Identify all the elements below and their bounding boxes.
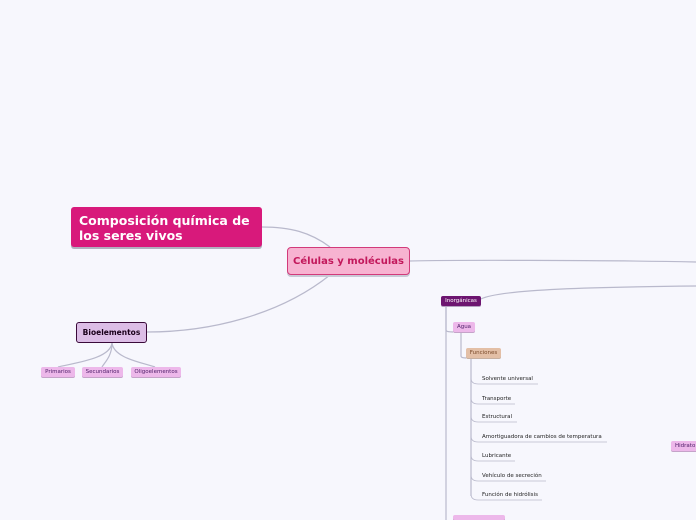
hidrato-label: Hidrato [675,443,696,449]
link-bio-oligoelementos [111,342,156,368]
hidrato-node[interactable]: Hidrato [671,441,696,451]
main-topic-node[interactable]: Composición química de los seres vivos [71,207,262,247]
agua-node[interactable]: Agua [453,322,475,332]
oligoelementos-label: Oligoelementos [134,369,178,375]
primarios-label: Primarios [45,369,71,375]
central-topic-label: Células y moléculas [293,255,404,267]
funcion-item[interactable]: Estructural [482,413,512,421]
bioelementos-label: Bioelementos [82,328,141,337]
funciones-node[interactable]: Funciones [466,348,501,358]
link-central-bioelementos [146,274,331,333]
link-central-right [409,259,696,263]
secundarios-label: Secundarios [85,369,120,375]
funcion-item[interactable]: Lubricante [482,452,511,460]
main-topic-label: Composición química de los seres vivos [79,213,250,243]
funcion-item[interactable]: Transporte [482,395,511,403]
secundarios-node[interactable]: Secundarios [82,367,123,377]
funcion-item[interactable]: Función de hidrólisis [482,491,538,499]
bioelementos-node[interactable]: Bioelementos [76,322,147,343]
link-central-main-topic [261,226,331,248]
funcion-item[interactable]: Vehículo de secreción [482,472,542,480]
inorganicas-node[interactable]: Inorgánicas [441,296,481,306]
oligoelementos-node[interactable]: Oligoelementos [131,367,181,377]
link-inorganicas-right [480,285,696,300]
primarios-node[interactable]: Primarios [41,367,75,377]
funcion-item[interactable]: Amortiguadora de cambios de temperatura [482,433,602,441]
partial-next-node[interactable] [453,515,505,520]
link-inorganicas-agua [445,306,454,333]
funcion-item[interactable]: Solvente universal [482,375,533,383]
funciones-label: Funciones [469,350,498,356]
inorganicas-label: Inorgánicas [445,298,477,304]
agua-label: Agua [456,324,472,330]
central-topic-node[interactable]: Células y moléculas [287,247,410,275]
